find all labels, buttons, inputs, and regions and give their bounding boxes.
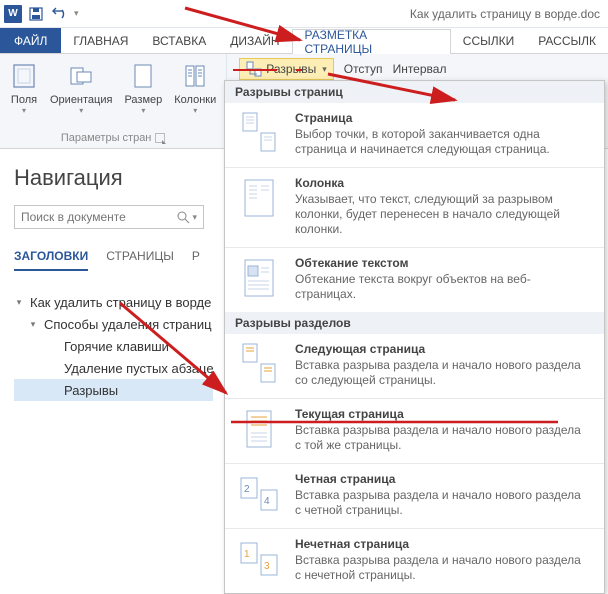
margins-button[interactable]: Поля▾ xyxy=(6,58,42,114)
search-field[interactable] xyxy=(21,210,176,224)
indent-label: Отступ xyxy=(344,62,383,76)
workspace: Навигация ▾ ЗАГОЛОВКИ СТРАНИЦЫ Р ▾Как уд… xyxy=(0,149,608,411)
gallery-item-text-wrapping[interactable]: Обтекание текстомОбтекание текста вокруг… xyxy=(225,247,604,312)
gallery-item-column[interactable]: КолонкаУказывает, что текст, следующий з… xyxy=(225,167,604,247)
nav-tab-results[interactable]: Р xyxy=(192,249,200,271)
spacing-label: Интервал xyxy=(393,62,447,76)
tree-item[interactable]: ▾Способы удаления страниц xyxy=(14,313,213,335)
tree-item-selected[interactable]: Разрывы xyxy=(14,379,213,401)
svg-text:2: 2 xyxy=(244,484,250,495)
tab-references[interactable]: ССЫЛКИ xyxy=(451,28,526,53)
undo-icon[interactable] xyxy=(50,6,68,22)
svg-text:3: 3 xyxy=(264,561,270,572)
search-input[interactable]: ▾ xyxy=(14,205,204,229)
breaks-button[interactable]: Разрывы▾ xyxy=(239,58,333,80)
tree-item[interactable]: Удаление пустых абзацев в xyxy=(14,357,213,379)
page-setup-caption: Параметры стран xyxy=(61,132,152,144)
tab-design[interactable]: ДИЗАЙН xyxy=(218,28,291,53)
breaks-gallery: Разрывы страниц СтраницаВыбор точки, в к… xyxy=(224,80,605,594)
word-app-icon: W xyxy=(4,5,22,23)
gallery-section-page-breaks: Разрывы страниц xyxy=(225,81,604,103)
navigation-title: Навигация xyxy=(14,165,213,191)
orientation-button[interactable]: Ориентация▾ xyxy=(46,58,116,114)
gallery-item-next-page[interactable]: Следующая страницаВставка разрыва раздел… xyxy=(225,334,604,398)
document-title: Как удалить страницу в ворде.doc xyxy=(410,7,604,21)
headings-tree: ▾Как удалить страницу в ворде ▾Способы у… xyxy=(14,291,213,401)
columns-button[interactable]: Колонки▾ xyxy=(170,58,220,114)
svg-text:4: 4 xyxy=(264,496,270,507)
nav-tabs: ЗАГОЛОВКИ СТРАНИЦЫ Р xyxy=(14,249,213,271)
gallery-section-section-breaks: Разрывы разделов xyxy=(225,312,604,334)
title-bar: W ▾ Как удалить страницу в ворде.doc xyxy=(0,0,608,28)
nav-tab-pages[interactable]: СТРАНИЦЫ xyxy=(106,249,174,271)
tab-home[interactable]: ГЛАВНАЯ xyxy=(61,28,140,53)
group-page-setup: Поля▾ Ориентация▾ Размер▾ Колонки▾ Парам… xyxy=(0,54,227,148)
tree-item[interactable]: Горячие клавиши xyxy=(14,335,213,357)
quick-access-toolbar: W ▾ xyxy=(4,5,79,23)
size-button[interactable]: Размер▾ xyxy=(120,58,166,114)
breaks-icon xyxy=(246,61,262,77)
nav-tab-headings[interactable]: ЗАГОЛОВКИ xyxy=(14,249,88,271)
navigation-pane: Навигация ▾ ЗАГОЛОВКИ СТРАНИЦЫ Р ▾Как уд… xyxy=(0,149,223,411)
page-setup-launcher-icon[interactable] xyxy=(155,133,165,143)
qat-customize-icon[interactable]: ▾ xyxy=(74,8,79,19)
gallery-item-odd-page[interactable]: 13 Нечетная страницаВставка разрыва разд… xyxy=(225,528,604,593)
tab-page-layout[interactable]: РАЗМЕТКА СТРАНИЦЫ xyxy=(292,29,451,54)
search-options-icon[interactable]: ▾ xyxy=(192,212,197,223)
gallery-item-continuous[interactable]: Текущая страницаВставка разрыва раздела … xyxy=(225,398,604,463)
search-icon xyxy=(176,210,190,224)
tree-item[interactable]: ▾Как удалить страницу в ворде xyxy=(14,291,213,313)
ribbon-tabs: ФАЙЛ ГЛАВНАЯ ВСТАВКА ДИЗАЙН РАЗМЕТКА СТР… xyxy=(0,28,608,54)
gallery-item-even-page[interactable]: 24 Четная страницаВставка разрыва раздел… xyxy=(225,463,604,528)
tab-mailings[interactable]: РАССЫЛК xyxy=(526,28,608,53)
tab-file[interactable]: ФАЙЛ xyxy=(0,28,61,53)
save-icon[interactable] xyxy=(28,6,44,22)
gallery-item-page[interactable]: СтраницаВыбор точки, в которой заканчива… xyxy=(225,103,604,167)
tab-insert[interactable]: ВСТАВКА xyxy=(140,28,218,53)
